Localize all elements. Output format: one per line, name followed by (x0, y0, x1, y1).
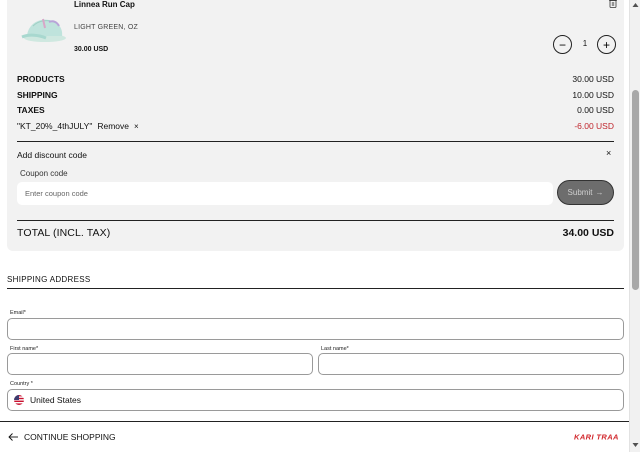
email-field[interactable] (7, 318, 624, 340)
first-name-field[interactable] (7, 353, 313, 375)
total-divider (17, 220, 614, 221)
product-name[interactable]: Linnea Run Cap (74, 0, 135, 9)
cart-summary-panel: Linnea Run Cap LIGHT GREEN, OZ 30.00 USD… (7, 0, 624, 251)
submit-coupon-button[interactable]: Submit → (557, 180, 614, 205)
products-label: PRODUCTS (17, 74, 65, 84)
summary-row-products: PRODUCTS 30.00 USD (17, 74, 614, 84)
taxes-label: TAXES (17, 105, 45, 115)
email-label: Email* (10, 310, 26, 316)
last-name-field[interactable] (318, 353, 624, 375)
continue-shopping-link[interactable]: CONTINUE SHOPPING (8, 432, 116, 442)
country-label: Country * (10, 381, 33, 387)
quantity-decrease-button[interactable]: − (553, 35, 572, 54)
add-discount-code-title: Add discount code (17, 150, 87, 160)
product-price: 30.00 USD (74, 46, 109, 53)
total-row: TOTAL (INCL. TAX) 34.00 USD (17, 227, 614, 239)
coupon-code-label: Coupon code (20, 169, 68, 178)
applied-coupon-code: "KT_20%_4thJULY" (17, 121, 93, 131)
remove-coupon-link[interactable]: Remove (97, 121, 129, 131)
coupon-discount-value: -6.00 USD (574, 121, 614, 131)
shipping-value: 10.00 USD (572, 90, 614, 100)
brand-logo-text: KARI TRAA (574, 433, 619, 442)
continue-shopping-label: CONTINUE SHOPPING (24, 432, 116, 442)
last-name-label: Last name* (321, 346, 349, 352)
country-select[interactable]: United States (7, 389, 624, 411)
shipping-address-title: SHIPPING ADDRESS (7, 275, 91, 284)
coupon-code-input[interactable] (17, 182, 553, 205)
summary-row-coupon: "KT_20%_4thJULY" Remove × -6.00 USD (17, 121, 614, 131)
applied-coupon: "KT_20%_4thJULY" Remove × (17, 121, 139, 131)
shipping-label: SHIPPING (17, 90, 58, 100)
quantity-value: 1 (582, 39, 588, 48)
taxes-value: 0.00 USD (577, 105, 614, 115)
product-image[interactable] (19, 14, 67, 44)
us-flag-icon (14, 395, 24, 405)
summary-divider (17, 141, 614, 142)
scroll-down-icon[interactable] (630, 442, 640, 450)
scroll-up-icon[interactable] (630, 2, 640, 10)
product-variant: LIGHT GREEN, OZ (74, 24, 138, 31)
shipping-address-divider (7, 288, 624, 289)
footer-bar: CONTINUE SHOPPING KARI TRAA (0, 421, 629, 452)
arrow-right-icon: → (595, 188, 604, 197)
summary-row-taxes: TAXES 0.00 USD (17, 105, 614, 115)
close-icon[interactable]: × (606, 148, 611, 158)
products-value: 30.00 USD (572, 74, 614, 84)
trash-icon[interactable] (608, 0, 618, 8)
first-name-label: First name* (10, 346, 39, 352)
summary-row-shipping: SHIPPING 10.00 USD (17, 90, 614, 100)
quantity-increase-button[interactable]: + (597, 35, 616, 54)
brand-logo[interactable]: KARI TRAA (574, 432, 624, 442)
checkout-page: Linnea Run Cap LIGHT GREEN, OZ 30.00 USD… (0, 0, 629, 452)
country-value: United States (30, 395, 82, 405)
remove-coupon-close-icon[interactable]: × (134, 122, 139, 131)
arrow-left-icon (8, 433, 18, 441)
total-label: TOTAL (INCL. TAX) (17, 227, 111, 239)
plus-icon: + (602, 37, 610, 52)
scrollbar-thumb[interactable] (632, 90, 639, 290)
submit-coupon-label: Submit (567, 188, 593, 197)
total-value: 34.00 USD (562, 227, 614, 239)
minus-icon: − (558, 37, 566, 52)
page-scrollbar[interactable] (629, 0, 640, 452)
